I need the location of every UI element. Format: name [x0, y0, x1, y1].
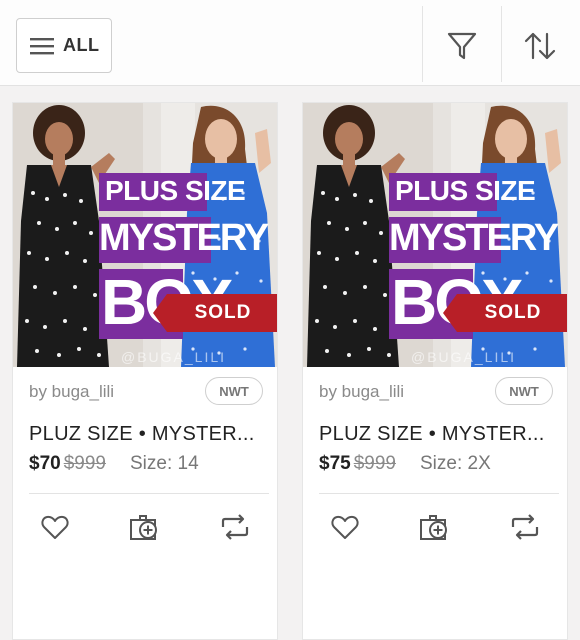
card-divider: [319, 493, 559, 494]
original-price: $999: [63, 453, 106, 474]
condition-badge: NWT: [495, 377, 553, 405]
filter-button[interactable]: [436, 20, 488, 72]
add-to-bundle-icon: [420, 515, 447, 540]
condition-badge: NWT: [205, 377, 263, 405]
seller-link[interactable]: by buga_lili: [29, 382, 114, 402]
share-icon: [511, 514, 539, 540]
listings-grid: PLUS SIZE MYSTERY BOX SOLD @BUGA_LILI by…: [0, 86, 580, 640]
image-watermark: @BUGA_LILI: [121, 349, 227, 365]
price-row: $70 $999 Size: 14: [29, 453, 199, 475]
price: $75: [319, 453, 351, 474]
card-actions: [29, 509, 263, 549]
all-filter-label: ALL: [63, 35, 100, 55]
size-label: Size: 2X: [419, 453, 491, 474]
price-row: $75 $999 Size: 2X: [319, 453, 491, 475]
share-button[interactable]: [507, 509, 543, 545]
original-price: $999: [353, 453, 396, 474]
add-to-bundle-icon: [130, 515, 157, 540]
sort-icon: [524, 32, 556, 60]
toolbar-divider: [422, 6, 423, 82]
card-actions: [319, 509, 553, 549]
image-text-line1: PLUS SIZE: [105, 175, 246, 206]
listing-meta: by buga_lili NWT: [319, 377, 553, 407]
share-icon: [221, 514, 249, 540]
listing-title[interactable]: PLUZ SIZE • MYSTER...: [319, 423, 545, 446]
share-button[interactable]: [217, 509, 253, 545]
listing-image[interactable]: PLUS SIZE MYSTERY BOX SOLD @BUGA_LILI: [303, 103, 567, 367]
image-text-line1: PLUS SIZE: [395, 175, 536, 206]
price: $70: [29, 453, 61, 474]
image-text-line2: MYSTERY: [389, 217, 559, 259]
listing-card[interactable]: PLUS SIZE MYSTERY BOX SOLD @BUGA_LILI by…: [12, 102, 278, 640]
like-button[interactable]: [37, 509, 73, 545]
sold-badge: SOLD: [443, 294, 567, 332]
bundle-button[interactable]: [127, 509, 163, 545]
sold-badge: SOLD: [153, 294, 277, 332]
sort-button[interactable]: [514, 20, 566, 72]
filter-icon: [447, 32, 477, 60]
image-watermark: @BUGA_LILI: [411, 349, 517, 365]
card-divider: [29, 493, 269, 494]
listing-meta: by buga_lili NWT: [29, 377, 263, 407]
heart-icon: [41, 515, 69, 539]
toolbar-divider: [501, 6, 502, 82]
bundle-button[interactable]: [417, 509, 453, 545]
seller-link[interactable]: by buga_lili: [319, 382, 404, 402]
like-button[interactable]: [327, 509, 363, 545]
image-text-line2: MYSTERY: [99, 217, 269, 259]
menu-icon: [30, 37, 54, 54]
listing-toolbar: ALL: [0, 0, 580, 86]
size-label: Size: 14: [129, 453, 199, 474]
listing-title[interactable]: PLUZ SIZE • MYSTER...: [29, 423, 255, 446]
listing-image[interactable]: PLUS SIZE MYSTERY BOX SOLD @BUGA_LILI: [13, 103, 277, 367]
heart-icon: [331, 515, 359, 539]
all-filter-button[interactable]: ALL: [16, 18, 112, 73]
listing-card[interactable]: PLUS SIZE MYSTERY BOX SOLD @BUGA_LILI by…: [302, 102, 568, 640]
